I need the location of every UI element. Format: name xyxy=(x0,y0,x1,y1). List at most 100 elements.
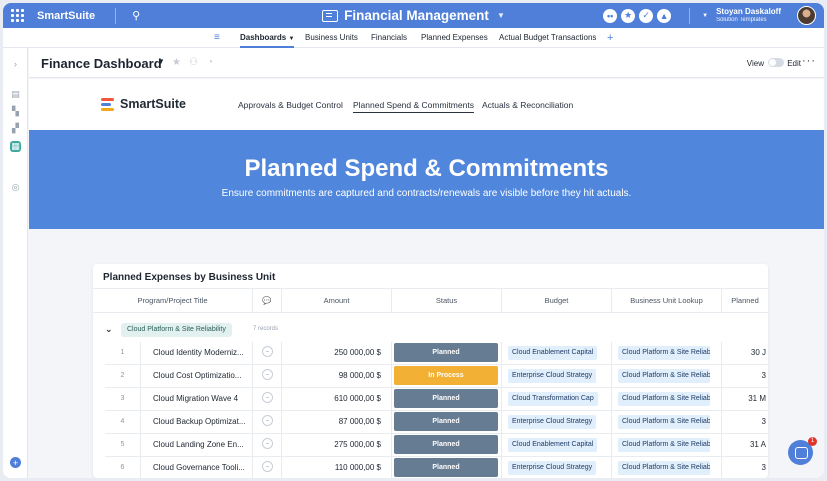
table-title: Planned Expenses by Business Unit xyxy=(103,272,276,283)
expand-sidebar-icon[interactable]: › xyxy=(10,58,21,69)
dashboard-icon[interactable]: ▦ xyxy=(10,141,21,152)
add-icon[interactable]: + xyxy=(10,457,21,468)
column-header-amount[interactable]: Amount xyxy=(282,289,392,312)
comments-cell[interactable] xyxy=(253,388,282,410)
divider xyxy=(115,7,117,24)
planned-date-cell[interactable]: 30 J xyxy=(722,342,768,364)
tab-planned-expenses[interactable]: Planned Expenses xyxy=(421,28,488,48)
subtab-approvals[interactable]: Approvals & Budget Control xyxy=(238,100,343,110)
subtab-actuals[interactable]: Actuals & Reconciliation xyxy=(482,100,573,110)
user-menu-chevron-icon[interactable]: ▼ xyxy=(702,13,708,19)
comments-cell[interactable] xyxy=(253,457,282,478)
menu-icon[interactable]: ≡ xyxy=(214,33,220,43)
chat-icon[interactable]: •• xyxy=(603,8,618,23)
table-row[interactable]: 2 Cloud Cost Optimizatio... 98 000,00 $ In … xyxy=(105,365,768,388)
comments-cell[interactable] xyxy=(253,365,282,387)
business-unit-cell[interactable]: Cloud Platform & Site Reliabi xyxy=(612,388,722,410)
budget-cell[interactable]: Enterprise Cloud Strategy xyxy=(502,365,612,387)
table-row[interactable]: 3 Cloud Migration Wave 4 610 000,00 $ Plann… xyxy=(105,388,768,411)
tab-actual-budget-transactions[interactable]: Actual Budget Transactions xyxy=(499,28,596,48)
business-unit-chip: Cloud Platform & Site Reliabi xyxy=(618,346,710,360)
subtab-planned-spend[interactable]: Planned Spend & Commitments xyxy=(353,100,474,113)
amount-cell[interactable]: 275 000,00 $ xyxy=(282,434,392,456)
user-menu[interactable]: Stoyan Daskaloff Solution Templates xyxy=(716,7,781,23)
project-title-cell[interactable]: Cloud Migration Wave 4 xyxy=(141,388,253,410)
column-header-planned[interactable]: Planned xyxy=(722,289,768,312)
planned-date-cell[interactable]: 3 xyxy=(722,365,768,387)
business-unit-cell[interactable]: Cloud Platform & Site Reliabi xyxy=(612,342,722,364)
table-row[interactable]: 1 Cloud Identity Moderniz... 250 000,00 $ P… xyxy=(105,342,768,365)
budget-cell[interactable]: Enterprise Cloud Strategy xyxy=(502,411,612,433)
apps-grid-icon[interactable] xyxy=(3,3,31,28)
planned-date-cell[interactable]: 31 A xyxy=(722,434,768,456)
settings-icon[interactable]: ◎ xyxy=(10,182,21,193)
business-unit-cell[interactable]: Cloud Platform & Site Reliabi xyxy=(612,365,722,387)
group-header[interactable]: ⌄ Cloud Platform & Site Reliability 7 re… xyxy=(93,320,768,340)
brand-name[interactable]: SmartSuite xyxy=(37,10,95,22)
column-header-status[interactable]: Status xyxy=(392,289,502,312)
tab-dashboards[interactable]: Dashboards ▼ xyxy=(240,28,295,48)
table-row[interactable]: 4 Cloud Backup Optimizat... 87 000,00 $ Pla… xyxy=(105,411,768,434)
status-cell[interactable]: In Process xyxy=(392,365,502,387)
check-icon[interactable]: ✓ xyxy=(639,8,654,23)
group-count: 7 records xyxy=(253,326,279,332)
comments-cell[interactable] xyxy=(253,434,282,456)
document-icon[interactable]: ▤ xyxy=(10,89,21,100)
notifications-icon[interactable]: ★ xyxy=(621,8,636,23)
comments-cell[interactable] xyxy=(253,342,282,364)
project-title-cell[interactable]: Cloud Cost Optimizatio... xyxy=(141,365,253,387)
column-header-title[interactable]: Program/Project Title xyxy=(93,289,253,312)
bell-icon[interactable]: ▲ xyxy=(657,8,672,23)
amount-cell[interactable]: 110 000,00 $ xyxy=(282,457,392,478)
workspace-title-button[interactable]: Financial Management ▼ xyxy=(322,8,505,23)
chevron-down-icon[interactable]: ▼ xyxy=(157,57,165,66)
chevron-down-icon: ▼ xyxy=(496,11,505,20)
comments-cell[interactable] xyxy=(253,411,282,433)
column-header-comments[interactable]: 💬 xyxy=(253,289,282,312)
column-header-budget[interactable]: Budget xyxy=(502,289,612,312)
project-title-cell[interactable]: Cloud Backup Optimizat... xyxy=(141,411,253,433)
table-row[interactable]: 5 Cloud Landing Zone En... 275 000,00 $ Pla… xyxy=(105,434,768,457)
chevron-down-icon[interactable]: ⌄ xyxy=(105,324,113,335)
business-unit-cell[interactable]: Cloud Platform & Site Reliabi xyxy=(612,434,722,456)
widgets-icon[interactable]: ▚ xyxy=(10,106,21,117)
status-cell[interactable]: Planned xyxy=(392,388,502,410)
star-icon[interactable]: ★ xyxy=(172,57,181,68)
budget-cell[interactable]: Cloud Enablement Capital xyxy=(502,342,612,364)
table-row[interactable]: 6 Cloud Governance Tooli... 110 000,00 $ Pl… xyxy=(105,457,768,478)
planned-date-cell[interactable]: 3 xyxy=(722,411,768,433)
planned-date-cell[interactable]: 3 xyxy=(722,457,768,478)
budget-cell[interactable]: Enterprise Cloud Strategy xyxy=(502,457,612,478)
budget-cell[interactable]: Cloud Enablement Capital xyxy=(502,434,612,456)
tab-business-units[interactable]: Business Units xyxy=(305,28,358,48)
project-title-cell[interactable]: Cloud Landing Zone En... xyxy=(141,434,253,456)
chat-support-button[interactable]: 1 xyxy=(788,437,817,465)
search-icon[interactable]: ⚲ xyxy=(132,9,140,22)
share-icon[interactable]: ⚇ xyxy=(189,57,198,68)
amount-cell[interactable]: 250 000,00 $ xyxy=(282,342,392,364)
tab-financials[interactable]: Financials xyxy=(371,28,407,48)
rss-icon[interactable]: ◔ xyxy=(207,57,213,68)
business-unit-cell[interactable]: Cloud Platform & Site Reliabi xyxy=(612,411,722,433)
planned-date-cell[interactable]: 31 M xyxy=(722,388,768,410)
amount-cell[interactable]: 98 000,00 $ xyxy=(282,365,392,387)
column-header-business-unit[interactable]: Business Unit Lookup xyxy=(612,289,722,312)
edit-mode-toggle[interactable] xyxy=(768,58,784,67)
business-unit-cell[interactable]: Cloud Platform & Site Reliabi xyxy=(612,457,722,478)
project-title-cell[interactable]: Cloud Identity Moderniz... xyxy=(141,342,253,364)
row-number: 4 xyxy=(105,411,141,433)
avatar[interactable] xyxy=(797,6,816,25)
row-number: 6 xyxy=(105,457,141,478)
dashboard-title[interactable]: Finance Dashboard xyxy=(41,56,162,71)
status-cell[interactable]: Planned xyxy=(392,342,502,364)
budget-cell[interactable]: Cloud Transformation Cap xyxy=(502,388,612,410)
grid-icon[interactable]: ▞ xyxy=(10,123,21,134)
amount-cell[interactable]: 610 000,00 $ xyxy=(282,388,392,410)
project-title-cell[interactable]: Cloud Governance Tooli... xyxy=(141,457,253,478)
more-options-icon[interactable]: ··· xyxy=(802,55,816,67)
status-cell[interactable]: Planned xyxy=(392,411,502,433)
status-cell[interactable]: Planned xyxy=(392,457,502,478)
status-cell[interactable]: Planned xyxy=(392,434,502,456)
amount-cell[interactable]: 87 000,00 $ xyxy=(282,411,392,433)
add-tab-icon[interactable]: + xyxy=(607,28,613,48)
